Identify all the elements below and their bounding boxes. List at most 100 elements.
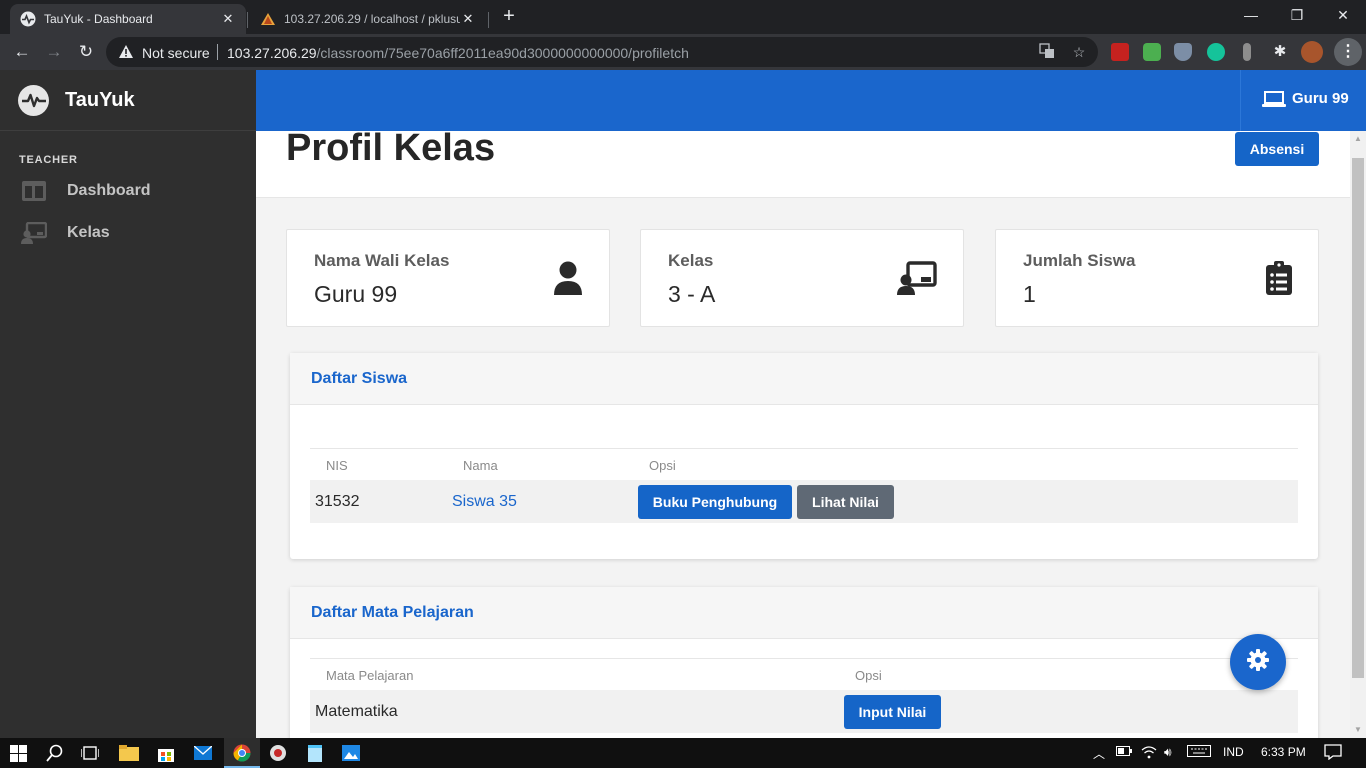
stat-card-kelas: Kelas 3 - A — [640, 229, 964, 327]
buku-penghubung-button[interactable]: Buku Penghubung — [638, 485, 792, 519]
student-nis: 31532 — [315, 493, 360, 510]
windows-start-icon[interactable] — [8, 743, 28, 763]
browser-menu-icon[interactable]: ⋮ — [1334, 38, 1362, 66]
table-header: NIS Nama Opsi — [310, 448, 1298, 480]
tab-title: TauYuk - Dashboard — [44, 12, 153, 26]
main-content: Profil Kelas Absensi Guru 99 Nama Wali K… — [256, 70, 1366, 738]
app-icon[interactable] — [268, 743, 288, 763]
scroll-down-arrow-icon[interactable]: ▼ — [1350, 722, 1366, 738]
stat-value: 1 — [1023, 281, 1036, 307]
bookmark-star-icon[interactable]: ☆ — [1070, 43, 1088, 61]
browser-toolbar: ← → ↻ Not secure 103.27.206.29/classroom… — [0, 34, 1366, 70]
student-list-card: Daftar Siswa NIS Nama Opsi 31532 Siswa 3… — [290, 353, 1318, 559]
chrome-icon[interactable] — [232, 743, 252, 763]
tab-divider — [247, 12, 248, 28]
file-explorer-icon[interactable] — [119, 743, 139, 763]
show-hidden-icons-icon[interactable]: ︿ — [1093, 745, 1105, 762]
input-language[interactable]: IND — [1223, 745, 1244, 759]
reload-icon[interactable]: ↻ — [74, 40, 98, 64]
browser-tab-strip: TauYuk - Dashboard ✕ 103.27.206.29 / loc… — [0, 0, 1366, 34]
stat-label: Nama Wali Kelas — [314, 251, 450, 270]
column-header-opsi: Opsi — [649, 458, 676, 473]
tab-title: 103.27.206.29 / localhost / pklusu — [284, 12, 460, 26]
url-text[interactable]: 103.27.206.29/classroom/75ee70a6ff2011ea… — [227, 45, 689, 61]
address-bar[interactable]: Not secure 103.27.206.29/classroom/75ee7… — [106, 37, 1098, 67]
translate-icon[interactable] — [1038, 43, 1056, 61]
student-list-title: Daftar Siswa — [290, 353, 1318, 405]
shield-extension-icon[interactable] — [1174, 43, 1192, 61]
column-header-opsi: Opsi — [855, 668, 882, 683]
tab-tauyuk-dashboard[interactable]: TauYuk - Dashboard ✕ — [10, 4, 246, 34]
subject-name: Matematika — [315, 703, 398, 720]
new-tab-button[interactable]: + — [498, 5, 520, 27]
phpmyadmin-favicon-icon — [260, 11, 276, 27]
brand-name: TauYuk — [65, 88, 135, 111]
chalkboard-teacher-icon — [897, 261, 937, 300]
student-table: NIS Nama Opsi 31532 Siswa 35 Buku Penghu… — [310, 448, 1298, 523]
search-icon[interactable] — [45, 743, 65, 763]
user-menu[interactable]: Guru 99 — [1262, 90, 1349, 107]
absensi-button[interactable]: Absensi — [1235, 132, 1319, 166]
stat-label: Jumlah Siswa — [1023, 251, 1136, 270]
mail-icon[interactable] — [193, 743, 213, 763]
battery-icon[interactable] — [1116, 745, 1132, 759]
notification-icon[interactable] — [1324, 744, 1342, 763]
tab-phpmyadmin[interactable]: 103.27.206.29 / localhost / pklusu ✕ — [250, 4, 486, 34]
column-header-nis: NIS — [326, 458, 348, 473]
sidebar: TauYuk TEACHER Dashboard Kelas — [0, 70, 256, 738]
profile-avatar[interactable] — [1301, 41, 1323, 63]
windows-taskbar: ︿ 🔊︎ IND 6:33 PM — [0, 738, 1366, 768]
back-arrow-icon[interactable]: ← — [10, 40, 34, 64]
navbar-divider — [1240, 70, 1241, 131]
forward-arrow-icon[interactable]: → — [42, 40, 66, 64]
gear-icon — [1247, 648, 1269, 676]
pdf-extension-icon[interactable] — [1111, 43, 1129, 61]
settings-fab-button[interactable] — [1230, 634, 1286, 690]
brand[interactable]: TauYuk — [0, 70, 256, 131]
wifi-icon[interactable] — [1141, 745, 1157, 762]
scroll-up-arrow-icon[interactable]: ▲ — [1350, 131, 1366, 147]
volume-icon[interactable]: 🔊︎ — [1164, 745, 1172, 760]
table-row: 31532 Siswa 35 Buku Penghubung Lihat Nil… — [310, 480, 1298, 523]
extension-icon[interactable] — [1243, 43, 1251, 61]
user-icon — [553, 261, 583, 300]
input-nilai-button[interactable]: Input Nilai — [844, 695, 941, 729]
user-name: Guru 99 — [1292, 90, 1349, 107]
stat-value: 3 - A — [668, 281, 716, 307]
sidebar-item-label: Dashboard — [67, 182, 151, 199]
page-scrollbar[interactable]: ▲ ▼ — [1350, 131, 1366, 738]
lihat-nilai-button[interactable]: Lihat Nilai — [797, 485, 894, 519]
sidebar-item-kelas[interactable]: Kelas — [0, 212, 256, 254]
subject-list-card: Daftar Mata Pelajaran Mata Pelajaran Ops… — [290, 587, 1318, 738]
store-icon[interactable] — [156, 743, 176, 763]
close-tab-icon[interactable]: ✕ — [460, 11, 476, 27]
mail-extension-icon[interactable] — [1143, 43, 1161, 61]
keyboard-icon[interactable] — [1187, 745, 1211, 760]
page-title: Profil Kelas — [286, 127, 496, 169]
column-header-mata-pelajaran: Mata Pelajaran — [326, 668, 414, 683]
restore-window-button[interactable]: ❐ — [1274, 0, 1320, 30]
clock[interactable]: 6:33 PM — [1261, 745, 1306, 759]
grammarly-extension-icon[interactable] — [1207, 43, 1225, 61]
column-header-nama: Nama — [463, 458, 498, 473]
stat-card-wali-kelas: Nama Wali Kelas Guru 99 — [286, 229, 610, 327]
stat-label: Kelas — [668, 251, 714, 270]
classroom-icon — [21, 222, 47, 244]
warning-icon[interactable] — [118, 44, 134, 64]
stat-card-jumlah-siswa: Jumlah Siswa 1 — [995, 229, 1319, 327]
stat-value: Guru 99 — [314, 281, 398, 307]
close-window-button[interactable]: ✕ — [1320, 0, 1366, 30]
minimize-window-button[interactable]: — — [1228, 0, 1274, 30]
sidebar-heading: TEACHER — [19, 154, 78, 166]
task-view-icon[interactable] — [80, 743, 100, 763]
extensions-puzzle-icon[interactable]: ✱ — [1271, 43, 1289, 61]
student-name-link[interactable]: Siswa 35 — [452, 493, 517, 511]
close-tab-icon[interactable]: ✕ — [220, 11, 236, 27]
scrollbar-thumb[interactable] — [1352, 158, 1364, 678]
photos-icon[interactable] — [341, 743, 361, 763]
heartbeat-logo-icon — [18, 84, 49, 116]
sidebar-item-dashboard[interactable]: Dashboard — [0, 170, 256, 212]
notepad-icon[interactable] — [305, 743, 325, 763]
not-secure-label[interactable]: Not secure — [142, 45, 210, 61]
url-path: /classroom/75ee70a6ff2011ea90d3000000000… — [316, 45, 689, 61]
